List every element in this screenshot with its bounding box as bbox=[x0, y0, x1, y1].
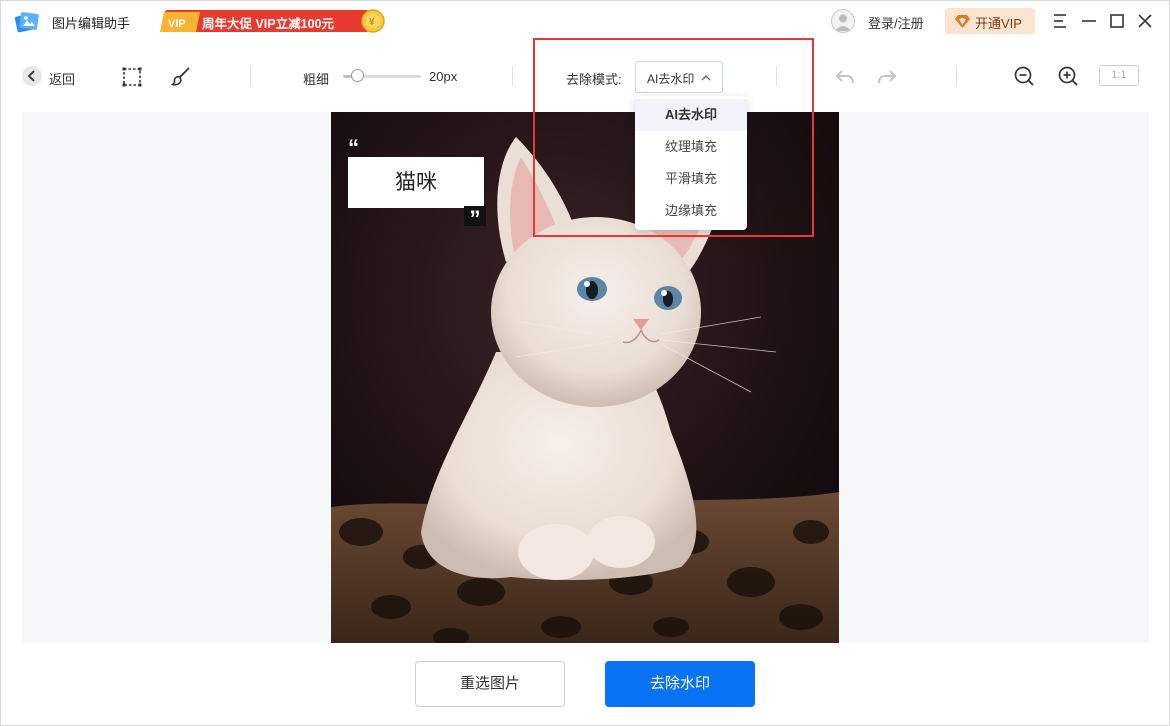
diamond-icon bbox=[955, 15, 970, 28]
redo-icon[interactable] bbox=[876, 66, 898, 88]
dropdown-option-ai[interactable]: AI去水印 bbox=[635, 99, 747, 131]
chevron-up-icon bbox=[701, 75, 711, 81]
thickness-value: 20px bbox=[429, 69, 458, 84]
back-label[interactable]: 返回 bbox=[49, 69, 75, 88]
back-button[interactable] bbox=[22, 66, 42, 86]
back-chevron-icon bbox=[27, 70, 35, 82]
removal-mode-value: AI去水印 bbox=[647, 72, 695, 86]
svg-text:¥: ¥ bbox=[369, 17, 375, 28]
app-logo-icon bbox=[14, 12, 39, 33]
zoom-in-icon[interactable] bbox=[1057, 65, 1079, 87]
open-vip-label: 开通VIP bbox=[975, 16, 1022, 31]
quote-open-mark: “ bbox=[348, 135, 359, 160]
minimize-icon[interactable] bbox=[1079, 11, 1099, 31]
close-icon[interactable] bbox=[1135, 11, 1155, 31]
removal-mode-dropdown: AI去水印 纹理填充 平滑填充 边缘填充 bbox=[635, 96, 747, 230]
promo-text: 周年大促 VIP立减100元 bbox=[202, 17, 334, 31]
watermark-label-box: 猫咪 bbox=[348, 157, 484, 208]
dropdown-option-texture-fill[interactable]: 纹理填充 bbox=[635, 131, 747, 163]
svg-text:VIP: VIP bbox=[168, 18, 186, 30]
toolbar-divider bbox=[250, 66, 251, 86]
dropdown-option-edge-fill[interactable]: 边缘填充 bbox=[635, 195, 747, 227]
removal-mode-select[interactable]: AI去水印 bbox=[635, 61, 723, 93]
open-vip-button[interactable]: 开通VIP bbox=[945, 8, 1035, 34]
editor-toolbar: 返回 粗细 20px 去除模式: AI去水印 1:1 bbox=[0, 52, 1170, 102]
removal-mode-label: 去除模式: bbox=[566, 72, 622, 87]
brush-icon[interactable] bbox=[170, 65, 192, 87]
watermark-text: 猫咪 bbox=[395, 171, 437, 194]
toolbar-divider bbox=[512, 66, 513, 86]
thickness-slider-thumb[interactable] bbox=[351, 69, 364, 82]
quote-close-mark: ” bbox=[464, 206, 486, 231]
remove-watermark-button[interactable]: 去除水印 bbox=[605, 661, 755, 707]
maximize-icon[interactable] bbox=[1107, 11, 1127, 31]
dropdown-option-smooth-fill[interactable]: 平滑填充 bbox=[635, 163, 747, 195]
rect-select-icon[interactable] bbox=[121, 66, 143, 88]
reselect-image-button[interactable]: 重选图片 bbox=[415, 661, 565, 707]
actual-size-label: 1:1 bbox=[1111, 69, 1127, 81]
actual-size-button[interactable]: 1:1 bbox=[1099, 65, 1139, 86]
thickness-label: 粗细 bbox=[303, 72, 330, 87]
app-title: 图片编辑助手 bbox=[52, 16, 131, 31]
menu-icon[interactable] bbox=[1050, 11, 1070, 31]
zoom-out-icon[interactable] bbox=[1013, 65, 1035, 87]
coin-icon: ¥ bbox=[361, 9, 385, 33]
undo-icon[interactable] bbox=[834, 66, 856, 88]
crown-icon: VIP bbox=[168, 18, 186, 30]
toolbar-divider bbox=[776, 66, 777, 86]
promo-banner[interactable]: VIP 周年大促 VIP立减100元 ¥ bbox=[160, 8, 385, 34]
title-bar: 图片编辑助手 VIP 周年大促 VIP立减100元 ¥ 登录/注册 开通VIP bbox=[0, 0, 1170, 44]
user-avatar-icon[interactable] bbox=[831, 9, 855, 33]
login-register-link[interactable]: 登录/注册 bbox=[868, 13, 924, 32]
toolbar-divider bbox=[956, 66, 957, 86]
